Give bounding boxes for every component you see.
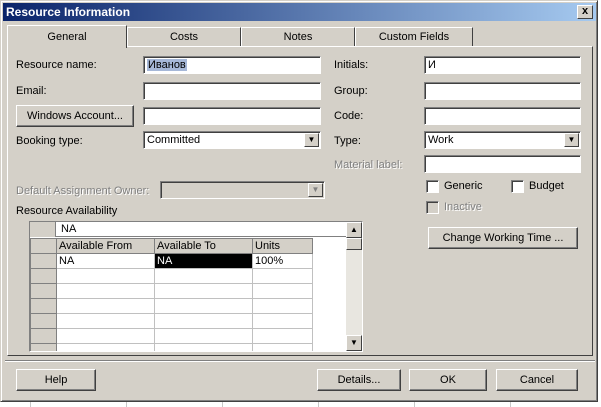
- column-header-units[interactable]: Units: [252, 238, 313, 254]
- code-field[interactable]: [424, 107, 581, 125]
- material-label-field[interactable]: [424, 155, 581, 173]
- table-cell[interactable]: [252, 343, 313, 351]
- window-title: Resource Information: [6, 5, 131, 19]
- table-cell[interactable]: [56, 283, 155, 299]
- initials-label: Initials:: [334, 59, 369, 71]
- help-button[interactable]: Help: [16, 369, 96, 391]
- table-cell[interactable]: 100%: [252, 253, 313, 269]
- close-icon: x: [581, 5, 589, 17]
- details-button[interactable]: Details...: [317, 369, 401, 391]
- tab-notes[interactable]: Notes: [241, 27, 355, 47]
- grid-entry-bar[interactable]: NA: [30, 222, 347, 237]
- availability-table: Available From Available To Units NA NA …: [30, 238, 313, 351]
- table-row: NA NA 100%: [30, 253, 313, 269]
- table-cell[interactable]: [154, 298, 253, 314]
- row-header[interactable]: [30, 328, 57, 344]
- initials-field[interactable]: И: [424, 56, 581, 74]
- general-tab-panel: Resource name: Иванов Email: Windows Acc…: [7, 46, 593, 356]
- code-label: Code:: [334, 110, 364, 122]
- table-cell[interactable]: [56, 313, 155, 329]
- booking-type-label: Booking type:: [16, 135, 83, 147]
- close-button[interactable]: x: [577, 5, 593, 19]
- table-cell[interactable]: NA: [56, 253, 155, 269]
- budget-checkbox[interactable]: [511, 180, 524, 193]
- grid-corner: [30, 222, 56, 237]
- table-row: [30, 298, 313, 314]
- grid-entry-value: NA: [61, 223, 77, 235]
- resource-name-label: Resource name:: [16, 59, 97, 71]
- footer-separator: [5, 360, 595, 362]
- row-header[interactable]: [30, 283, 57, 299]
- resource-availability-grid[interactable]: NA Available From Available To Units NA …: [29, 221, 363, 352]
- chevron-down-icon: ▼: [308, 183, 323, 197]
- table-row: [30, 313, 313, 329]
- material-label-label: Material label:: [334, 159, 403, 171]
- row-header[interactable]: [30, 268, 57, 284]
- table-cell[interactable]: [154, 313, 253, 329]
- table-cell[interactable]: [252, 298, 313, 314]
- row-header[interactable]: [30, 298, 57, 314]
- chevron-down-icon[interactable]: ▼: [564, 133, 579, 147]
- type-value: Work: [428, 134, 454, 146]
- resource-information-dialog: Resource Information x General Costs Not…: [0, 0, 598, 402]
- column-header-available-to[interactable]: Available To: [154, 238, 253, 254]
- tab-general[interactable]: General: [7, 25, 127, 48]
- scroll-down-icon[interactable]: ▼: [346, 335, 362, 351]
- table-cell[interactable]: [56, 298, 155, 314]
- resource-name-field[interactable]: Иванов: [143, 56, 321, 74]
- table-cell[interactable]: [56, 268, 155, 284]
- table-cell[interactable]: [252, 268, 313, 284]
- table-cell-selected[interactable]: NA: [154, 253, 253, 269]
- booking-type-value: Committed: [147, 134, 201, 146]
- table-row: [30, 328, 313, 344]
- title-bar: Resource Information x: [3, 3, 596, 21]
- windows-account-field[interactable]: [143, 107, 321, 125]
- ok-button[interactable]: OK: [409, 369, 487, 391]
- default-assignment-owner-label: Default Assignment Owner:: [16, 185, 150, 197]
- windows-account-button[interactable]: Windows Account...: [16, 105, 134, 127]
- generic-label: Generic: [444, 180, 483, 192]
- table-row: [30, 343, 313, 351]
- default-assignment-owner-select: ▼: [160, 181, 325, 199]
- generic-checkbox[interactable]: [426, 180, 439, 193]
- budget-label: Budget: [529, 180, 564, 192]
- table-row: [30, 268, 313, 284]
- table-cell[interactable]: [56, 328, 155, 344]
- tab-custom-fields[interactable]: Custom Fields: [355, 27, 473, 47]
- email-label: Email:: [16, 85, 47, 97]
- inactive-checkbox: [426, 201, 439, 214]
- chevron-down-icon[interactable]: ▼: [304, 133, 319, 147]
- table-row: [30, 283, 313, 299]
- scroll-up-icon[interactable]: ▲: [346, 222, 362, 238]
- booking-type-select[interactable]: Committed ▼: [143, 131, 321, 149]
- tab-costs[interactable]: Costs: [127, 27, 241, 47]
- table-cell[interactable]: [154, 328, 253, 344]
- table-cell[interactable]: [252, 283, 313, 299]
- table-cell[interactable]: [252, 328, 313, 344]
- group-field[interactable]: [424, 82, 581, 100]
- group-label: Group:: [334, 85, 368, 97]
- inactive-label: Inactive: [444, 201, 482, 213]
- type-select[interactable]: Work ▼: [424, 131, 581, 149]
- table-cell[interactable]: [56, 343, 155, 351]
- change-working-time-button[interactable]: Change Working Time ...: [428, 227, 578, 249]
- table-header-row: Available From Available To Units: [30, 238, 313, 254]
- scroll-thumb[interactable]: [346, 238, 362, 250]
- cancel-button[interactable]: Cancel: [496, 369, 578, 391]
- row-header[interactable]: [30, 253, 57, 269]
- resource-name-value: Иванов: [147, 59, 187, 71]
- row-header[interactable]: [30, 343, 57, 351]
- tab-strip: General Costs Notes Custom Fields: [7, 25, 597, 48]
- row-header[interactable]: [30, 313, 57, 329]
- row-header-corner: [30, 238, 57, 254]
- resource-availability-label: Resource Availability: [16, 205, 118, 217]
- grid-vertical-scrollbar[interactable]: ▲ ▼: [346, 222, 362, 351]
- table-cell[interactable]: [154, 283, 253, 299]
- table-cell[interactable]: [154, 343, 253, 351]
- column-header-available-from[interactable]: Available From: [56, 238, 155, 254]
- table-cell[interactable]: [252, 313, 313, 329]
- table-cell[interactable]: [154, 268, 253, 284]
- type-label: Type:: [334, 135, 361, 147]
- email-field[interactable]: [143, 82, 321, 100]
